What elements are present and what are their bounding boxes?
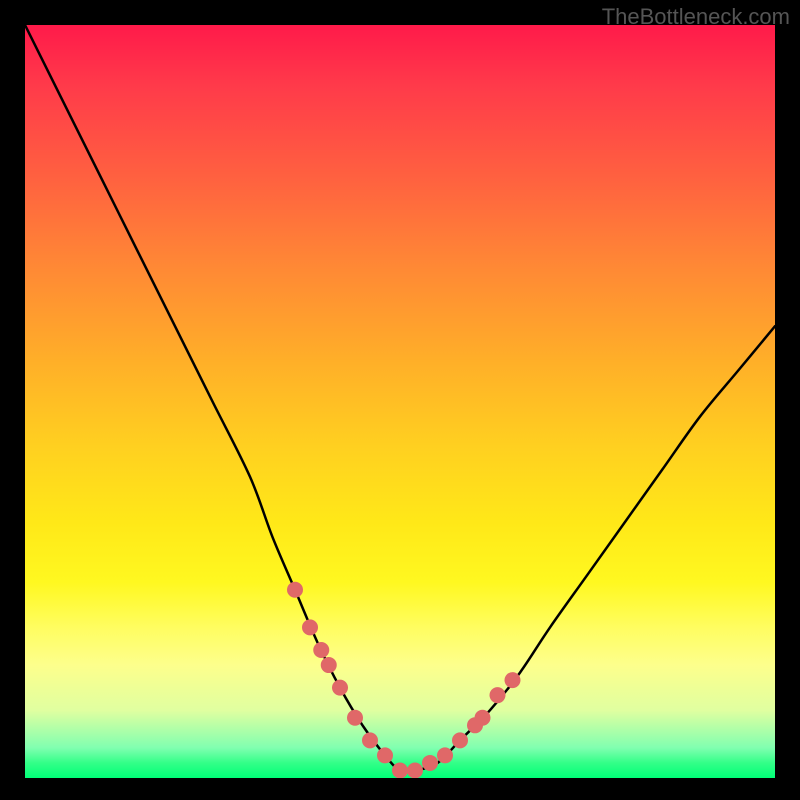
chart-plot-area xyxy=(25,25,775,778)
highlight-marker xyxy=(452,732,468,748)
bottleneck-curve-path xyxy=(25,25,775,772)
highlight-marker xyxy=(347,710,363,726)
highlight-marker xyxy=(475,710,491,726)
bottleneck-curve-svg xyxy=(25,25,775,778)
highlight-markers xyxy=(287,582,521,778)
watermark-text: TheBottleneck.com xyxy=(602,4,790,30)
highlight-marker xyxy=(505,672,521,688)
highlight-marker xyxy=(422,755,438,771)
highlight-marker xyxy=(287,582,303,598)
highlight-marker xyxy=(321,657,337,673)
highlight-marker xyxy=(332,680,348,696)
highlight-marker xyxy=(362,732,378,748)
highlight-marker xyxy=(313,642,329,658)
highlight-marker xyxy=(377,747,393,763)
highlight-marker xyxy=(437,747,453,763)
highlight-marker xyxy=(302,619,318,635)
highlight-marker xyxy=(407,762,423,778)
highlight-marker xyxy=(392,762,408,778)
highlight-marker xyxy=(490,687,506,703)
